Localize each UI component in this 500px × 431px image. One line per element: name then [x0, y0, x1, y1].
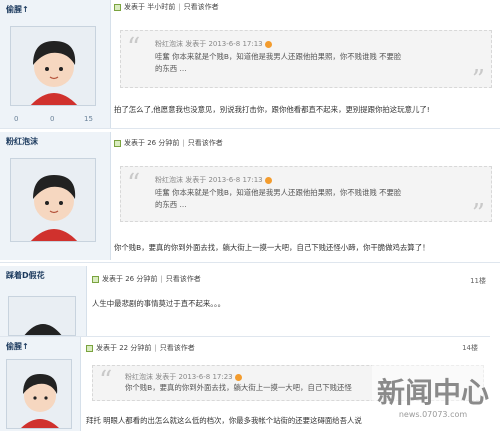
author-sidebar: 偷腥↑ 0 0 15	[0, 0, 111, 128]
open-quote-icon: “	[127, 33, 141, 63]
author-sidebar: 偷腥↑	[0, 337, 81, 431]
stat-value: 15	[84, 115, 93, 123]
post-icon	[114, 139, 121, 147]
quote-block: “ 粉红泡沫 发表于 2013-6-8 17:13 哇奮 你本来就是个贱B，知道…	[120, 166, 492, 227]
open-quote-icon: “	[127, 169, 141, 199]
post-body: 拍了怎么了,他愿意我也没意见，别说我打击你，跟你他看都直不起来，更别提跟你拍这玩…	[114, 105, 430, 114]
post-icon	[114, 3, 121, 11]
post-3: 踩着D假花 发表于 26 分钟前 | 只看该作者 11楼 人生中最悲剧的事情莫过…	[0, 266, 500, 336]
open-quote-icon: “	[99, 366, 113, 396]
quote-header: 粉红泡沫 发表于 2013-6-8 17:23	[125, 372, 242, 382]
post-time: 发表于 半小时前	[124, 3, 176, 11]
post-icon	[92, 275, 99, 283]
avatar[interactable]	[6, 359, 72, 429]
floor-number[interactable]: 11楼	[470, 276, 486, 286]
post-body: 你个贱B，要真的你到外面去找，躺大街上一摸一大吧，自己下贱还怪小蹄，你干脆做鸡去…	[114, 243, 430, 252]
avatar[interactable]	[10, 158, 96, 242]
post-meta: 发表于 22 分钟前 | 只看该作者	[86, 341, 195, 355]
watermark-url: news.07073.com	[399, 410, 468, 419]
post-divider	[0, 128, 500, 129]
news-center-watermark: 新闻中心 news.07073.com	[372, 364, 494, 422]
floor-number[interactable]: 14楼	[462, 343, 478, 353]
author-name[interactable]: 偷腥↑	[6, 4, 29, 15]
post-meta: 发表于 26 分钟前 | 只看该作者	[114, 136, 223, 150]
author-name[interactable]: 粉红泡沫	[6, 136, 38, 147]
only-author-link[interactable]: 只看该作者	[184, 2, 219, 12]
post-meta: 发表于 半小时前 | 只看该作者	[114, 0, 219, 14]
post-body: 人生中最悲剧的事情莫过于直不起来。。。	[92, 299, 226, 308]
quote-text: 哇奮 你本来就是个贱B，知道他是我男人还跟他拍果照，你不贱谁贱 不要脸 的东西 .…	[155, 188, 402, 209]
close-quote-icon: ”	[471, 199, 485, 229]
stat-value: 0	[50, 115, 55, 123]
quote-text: 哇奮 你本来就是个贱B，知道他是我男人还跟他拍果照，你不贱谁贱 不要脸 的东西 .…	[155, 52, 402, 73]
close-quote-icon: ”	[471, 65, 485, 95]
post-time: 发表于 26 分钟前	[102, 275, 158, 283]
post-2: 粉红泡沫 发表于 26 分钟前 | 只看该作者 “ 粉红泡沫 发表于 2013-…	[0, 132, 500, 260]
only-author-link[interactable]: 只看该作者	[188, 138, 223, 148]
quote-header: 粉红泡沫 发表于 2013-6-8 17:13	[155, 175, 272, 185]
only-author-link[interactable]: 只看该作者	[166, 274, 201, 284]
post-time: 发表于 22 分钟前	[96, 344, 152, 352]
goto-quote-icon[interactable]	[234, 373, 242, 381]
author-name[interactable]: 踩着D假花	[6, 270, 45, 281]
author-sidebar: 踩着D假花	[0, 266, 87, 336]
author-sidebar: 粉红泡沫	[0, 132, 111, 260]
only-author-link[interactable]: 只看该作者	[160, 343, 195, 353]
post-body: 拜托 明眼人都看的出怎么就这么低的档次，你最多我帐个站街的还要这碍面给吾人说	[86, 416, 362, 425]
avatar[interactable]	[8, 296, 76, 336]
post-1: 偷腥↑ 0 0 15 发表于 半小时前 | 只看该作者 “ 粉红泡沫 发表于 2…	[0, 0, 500, 128]
watermark-title: 新闻中心	[377, 376, 489, 409]
goto-quote-icon[interactable]	[264, 176, 272, 184]
quote-header: 粉红泡沫 发表于 2013-6-8 17:13	[155, 39, 272, 49]
post-icon	[86, 344, 93, 352]
post-divider	[0, 262, 500, 263]
quote-block: “ 粉红泡沫 发表于 2013-6-8 17:13 哇奮 你本来就是个贱B，知道…	[120, 30, 492, 93]
author-name[interactable]: 偷腥↑	[6, 341, 29, 352]
goto-quote-icon[interactable]	[264, 40, 272, 48]
quote-text: 你个贱B，要真的你到外面去找，躺大街上一摸一大吧，自己下贱还怪	[125, 383, 352, 392]
post-time: 发表于 26 分钟前	[124, 139, 180, 147]
avatar[interactable]	[10, 26, 96, 106]
post-meta: 发表于 26 分钟前 | 只看该作者	[92, 272, 201, 286]
stat-value: 0	[14, 115, 19, 123]
